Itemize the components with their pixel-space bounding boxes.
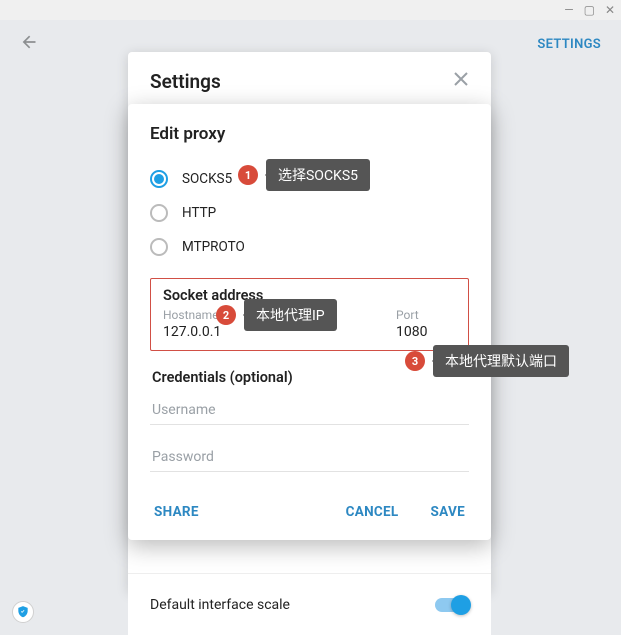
radio-icon — [150, 204, 168, 222]
credentials-title: Credentials (optional) — [152, 369, 469, 386]
shield-badge-icon[interactable] — [12, 601, 34, 623]
proxy-type-mtproto[interactable]: MTPROTO — [150, 230, 469, 264]
cancel-button[interactable]: CANCEL — [342, 498, 403, 526]
annotation-badge-2: 2 — [216, 305, 236, 325]
username-input[interactable] — [150, 396, 469, 425]
default-interface-scale-row: Default interface scale — [128, 573, 491, 635]
close-icon[interactable] — [453, 71, 469, 92]
port-label: Port — [396, 308, 456, 322]
annotation-tip-2: 本地代理IP — [244, 299, 337, 331]
settings-title: Settings — [150, 70, 221, 93]
radio-icon — [150, 238, 168, 256]
window-close-button[interactable]: ✕ — [605, 3, 615, 17]
maximize-button[interactable]: ▢ — [584, 3, 595, 17]
radio-label: SOCKS5 — [182, 171, 232, 187]
save-button[interactable]: SAVE — [427, 498, 469, 526]
window-controls: — ▢ ✕ — [0, 0, 621, 20]
radio-icon — [150, 170, 168, 188]
annotation-tip-1: 选择SOCKS5 — [266, 159, 370, 191]
annotation-tip-3: 本地代理默认端口 — [433, 345, 569, 377]
share-button[interactable]: SHARE — [150, 498, 203, 526]
back-arrow-icon[interactable] — [18, 32, 38, 56]
annotation-badge-3: 3 — [405, 351, 425, 371]
default-interface-scale-label: Default interface scale — [150, 597, 290, 613]
radio-label: HTTP — [182, 205, 216, 221]
radio-label: MTPROTO — [182, 239, 245, 255]
dialog-title: Edit proxy — [150, 124, 469, 144]
minimize-button[interactable]: — — [564, 3, 573, 17]
annotation-badge-1: 1 — [238, 165, 258, 185]
proxy-type-http[interactable]: HTTP — [150, 196, 469, 230]
port-input[interactable] — [396, 324, 456, 340]
default-interface-scale-toggle[interactable] — [435, 598, 469, 612]
settings-link[interactable]: SETTINGS — [537, 37, 601, 52]
dialog-button-row: SHARE CANCEL SAVE — [150, 498, 469, 526]
password-input[interactable] — [150, 443, 469, 472]
